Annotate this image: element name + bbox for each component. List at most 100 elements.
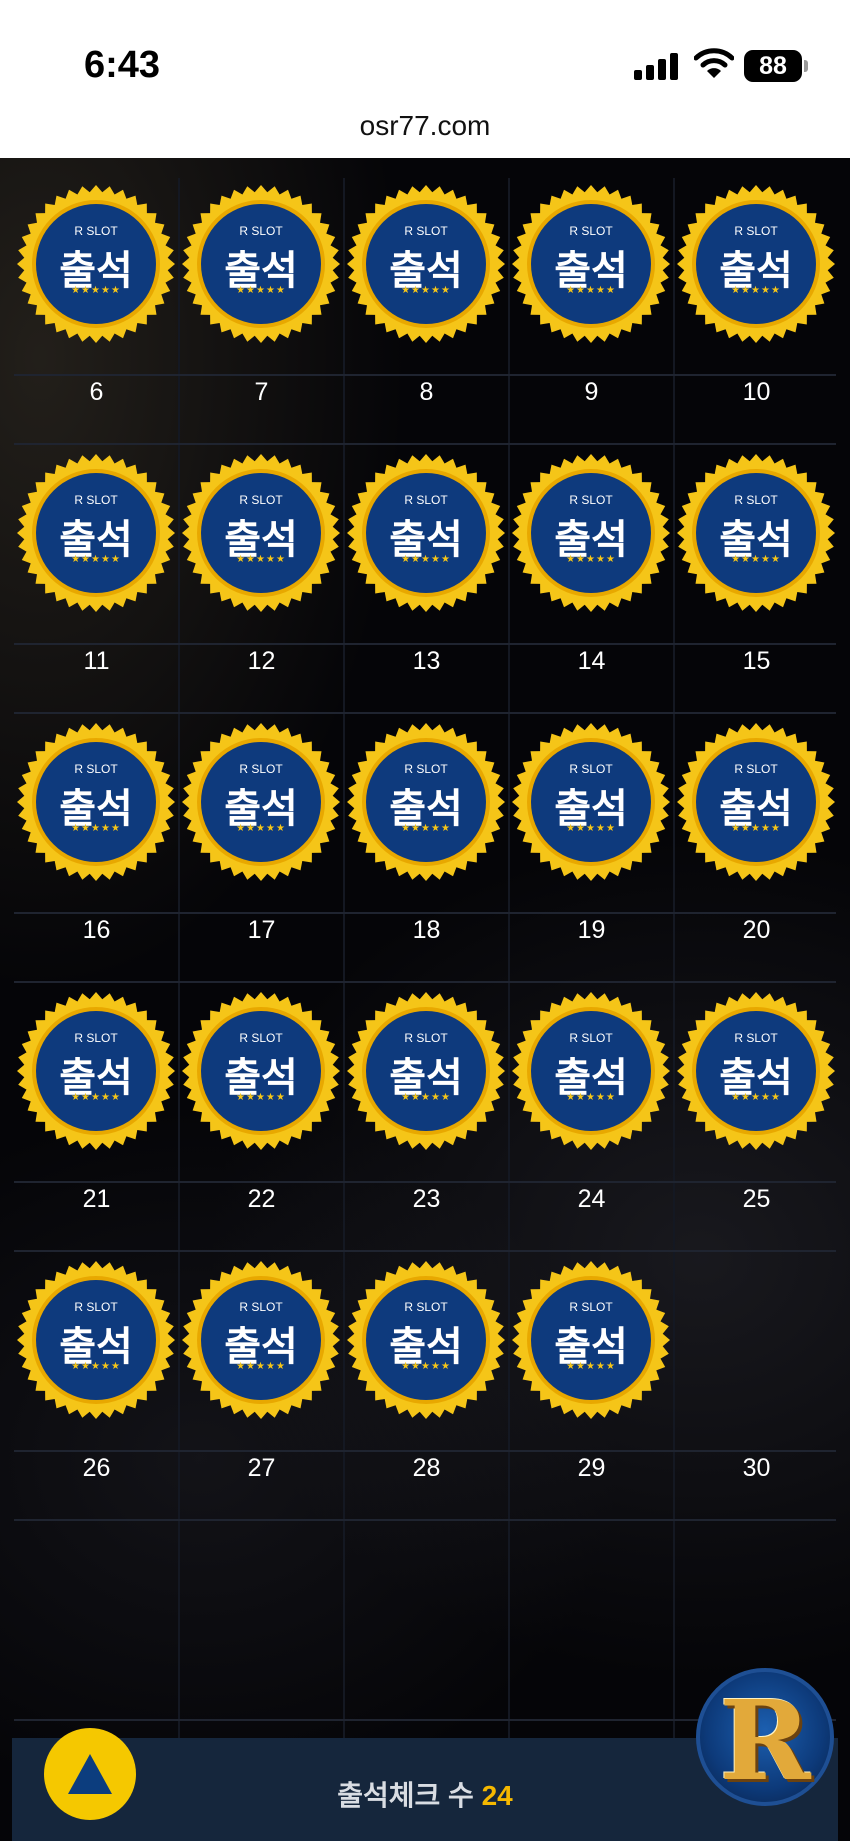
attendance-stamp-badge: R SLOT 출석 ★★★★★ <box>511 991 671 1151</box>
badge-stars: ★★★★★ <box>71 1361 121 1372</box>
badge-stars: ★★★★★ <box>566 823 616 834</box>
attendance-count-label: 출석체크 수 <box>337 1780 474 1811</box>
attendance-stamp-badge: R SLOT 출석 ★★★★★ <box>346 184 506 344</box>
battery-icon: 88 <box>744 50 802 82</box>
calendar-day-cell: 30 <box>674 1254 839 1523</box>
attendance-stamp-badge: R SLOT 출석 ★★★★★ <box>181 453 341 613</box>
attendance-calendar: R SLOT 출석 ★★★★★ 6 R SLOT 출석 ★★★★★ 7 R SLOT 출석 ★★★★… <box>0 158 850 1841</box>
badge-brand-label: R SLOT <box>734 224 778 238</box>
badge-brand-label: R SLOT <box>569 1300 613 1314</box>
day-number: 9 <box>584 378 599 406</box>
day-number: 7 <box>254 378 269 406</box>
badge-brand-label: R SLOT <box>569 1031 613 1045</box>
attendance-stamp-badge: R SLOT 출석 ★★★★★ <box>511 184 671 344</box>
calendar-day-cell: R SLOT 출석 ★★★★★ 15 <box>674 447 839 716</box>
attendance-stamp-badge: R SLOT 출석 ★★★★★ <box>181 991 341 1151</box>
attendance-stamp-badge: R SLOT 출석 ★★★★★ <box>346 453 506 613</box>
calendar-day-cell: R SLOT 출석 ★★★★★ 9 <box>509 178 674 447</box>
calendar-day-cell: R SLOT 출석 ★★★★★ 29 <box>509 1254 674 1523</box>
day-number: 16 <box>82 916 111 944</box>
attendance-stamp-badge: R SLOT 출석 ★★★★★ <box>511 722 671 882</box>
battery-nub <box>804 60 808 72</box>
attendance-stamp-badge: R SLOT 출석 ★★★★★ <box>346 991 506 1151</box>
r-logo-icon[interactable]: R <box>696 1668 834 1806</box>
badge-brand-label: R SLOT <box>569 493 613 507</box>
day-number: 12 <box>247 647 276 675</box>
attendance-stamp-badge: R SLOT 출석 ★★★★★ <box>676 722 836 882</box>
day-number: 11 <box>83 647 110 675</box>
badge-brand-label: R SLOT <box>404 493 448 507</box>
calendar-day-cell: R SLOT 출석 ★★★★★ 11 <box>14 447 179 716</box>
scroll-top-button[interactable] <box>44 1728 136 1820</box>
badge-brand-label: R SLOT <box>239 1300 283 1314</box>
badge-stars: ★★★★★ <box>401 285 451 296</box>
badge-brand-label: R SLOT <box>239 762 283 776</box>
badge-stars: ★★★★★ <box>731 285 781 296</box>
url-bar[interactable]: osr77.com <box>0 110 850 142</box>
badge-stars: ★★★★★ <box>566 1361 616 1372</box>
attendance-stamp-badge: R SLOT 출석 ★★★★★ <box>676 453 836 613</box>
badge-brand-label: R SLOT <box>569 762 613 776</box>
badge-stars: ★★★★★ <box>566 554 616 565</box>
attendance-stamp-badge: R SLOT 출석 ★★★★★ <box>16 184 176 344</box>
attendance-stamp-badge: R SLOT 출석 ★★★★★ <box>181 1260 341 1420</box>
attendance-stamp-badge: R SLOT 출석 ★★★★★ <box>676 184 836 344</box>
cell-signal-icon <box>634 52 678 80</box>
badge-brand-label: R SLOT <box>74 1300 118 1314</box>
day-number: 21 <box>82 1185 111 1213</box>
day-number: 15 <box>742 647 771 675</box>
day-number: 19 <box>577 916 606 944</box>
day-number: 24 <box>577 1185 606 1213</box>
calendar-day-cell: R SLOT 출석 ★★★★★ 10 <box>674 178 839 447</box>
badge-brand-label: R SLOT <box>74 224 118 238</box>
day-number: 23 <box>412 1185 441 1213</box>
badge-brand-label: R SLOT <box>239 224 283 238</box>
calendar-day-cell: R SLOT 출석 ★★★★★ 13 <box>344 447 509 716</box>
attendance-stamp-badge: R SLOT 출석 ★★★★★ <box>511 453 671 613</box>
calendar-day-cell: R SLOT 출석 ★★★★★ 26 <box>14 1254 179 1523</box>
day-number: 22 <box>247 1185 276 1213</box>
day-number: 29 <box>577 1454 606 1482</box>
badge-stars: ★★★★★ <box>731 823 781 834</box>
badge-brand-label: R SLOT <box>404 1300 448 1314</box>
day-number: 17 <box>247 916 276 944</box>
badge-brand-label: R SLOT <box>74 762 118 776</box>
calendar-day-cell: R SLOT 출석 ★★★★★ 20 <box>674 716 839 985</box>
day-number: 6 <box>89 378 104 406</box>
badge-brand-label: R SLOT <box>404 224 448 238</box>
day-number: 26 <box>82 1454 111 1482</box>
badge-stars: ★★★★★ <box>401 1092 451 1103</box>
badge-stars: ★★★★★ <box>401 1361 451 1372</box>
calendar-day-cell: R SLOT 출석 ★★★★★ 24 <box>509 985 674 1254</box>
calendar-day-cell: R SLOT 출석 ★★★★★ 14 <box>509 447 674 716</box>
day-number: 14 <box>577 647 606 675</box>
badge-stars: ★★★★★ <box>731 554 781 565</box>
badge-stars: ★★★★★ <box>71 285 121 296</box>
badge-stars: ★★★★★ <box>236 823 286 834</box>
attendance-stamp-badge: R SLOT 출석 ★★★★★ <box>181 184 341 344</box>
calendar-day-cell: R SLOT 출석 ★★★★★ 17 <box>179 716 344 985</box>
attendance-stamp-badge: R SLOT 출석 ★★★★★ <box>16 1260 176 1420</box>
badge-brand-label: R SLOT <box>569 224 613 238</box>
attendance-stamp-badge: R SLOT 출석 ★★★★★ <box>16 722 176 882</box>
calendar-day-cell: R SLOT 출석 ★★★★★ 18 <box>344 716 509 985</box>
calendar-day-cell: R SLOT 출석 ★★★★★ 12 <box>179 447 344 716</box>
badge-brand-label: R SLOT <box>74 493 118 507</box>
calendar-day-cell: R SLOT 출석 ★★★★★ 25 <box>674 985 839 1254</box>
triangle-up-icon <box>68 1754 112 1794</box>
day-number: 13 <box>412 647 441 675</box>
browser-header: 6:43 88 osr77.com <box>0 0 850 158</box>
r-logo-letter: R <box>719 1676 811 1805</box>
day-number: 8 <box>419 378 434 406</box>
badge-brand-label: R SLOT <box>74 1031 118 1045</box>
day-number: 27 <box>247 1454 276 1482</box>
attendance-stamp-badge: R SLOT 출석 ★★★★★ <box>511 1260 671 1420</box>
day-number: 28 <box>412 1454 441 1482</box>
badge-brand-label: R SLOT <box>734 762 778 776</box>
badge-stars: ★★★★★ <box>401 823 451 834</box>
badge-brand-label: R SLOT <box>734 1031 778 1045</box>
day-number: 18 <box>412 916 441 944</box>
calendar-day-cell: R SLOT 출석 ★★★★★ 27 <box>179 1254 344 1523</box>
day-number: 10 <box>742 378 771 406</box>
badge-stars: ★★★★★ <box>566 1092 616 1103</box>
